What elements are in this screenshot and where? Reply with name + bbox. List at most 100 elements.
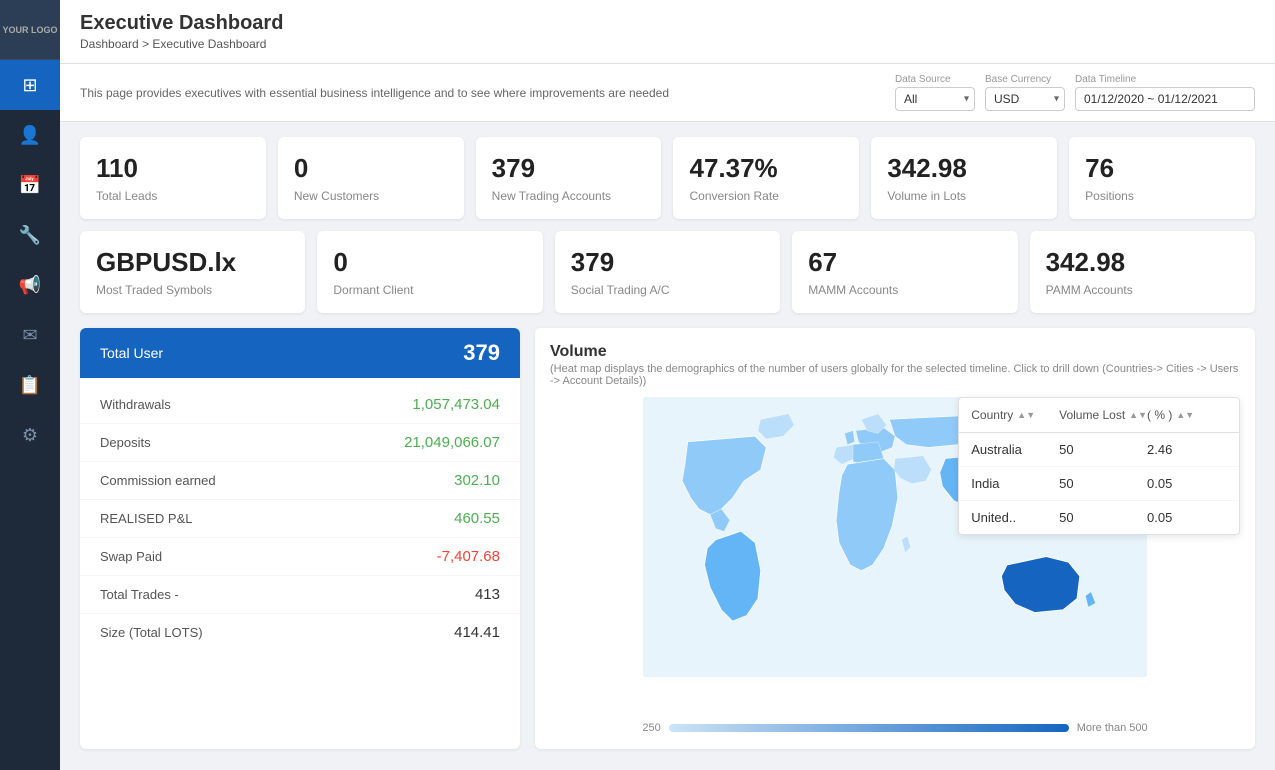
- sidebar-item-campaigns[interactable]: 📢: [0, 260, 60, 310]
- base-currency-control: Base Currency USD: [985, 74, 1065, 111]
- metric-value-3: 460.55: [454, 510, 500, 527]
- country-percent-1: 0.05: [1147, 476, 1227, 491]
- stat-label-r1-3: Conversion Rate: [689, 189, 843, 203]
- stat-card-row1-5: 76 Positions: [1069, 137, 1255, 219]
- base-currency-select[interactable]: USD: [985, 87, 1065, 111]
- stat-value-r1-1: 0: [294, 153, 448, 184]
- stat-value-r2-4: 342.98: [1046, 247, 1239, 278]
- data-source-select[interactable]: All: [895, 87, 975, 111]
- country-name-1: India: [971, 476, 1059, 491]
- breadcrumb-separator: >: [142, 37, 152, 51]
- sidebar-item-messages[interactable]: ✉: [0, 310, 60, 360]
- stat-card-row1-2: 379 New Trading Accounts: [476, 137, 662, 219]
- dashboard-icon: ⊞: [22, 75, 37, 96]
- users-icon: 👤: [19, 125, 41, 146]
- metric-value-0: 1,057,473.04: [412, 396, 500, 413]
- map-legend: 250 More than 500: [550, 722, 1240, 734]
- sidebar-item-dashboard[interactable]: ⊞: [0, 60, 60, 110]
- toolbar: This page provides executives with essen…: [60, 64, 1275, 122]
- stat-card-row1-1: 0 New Customers: [278, 137, 464, 219]
- country-name-0: Australia: [971, 442, 1059, 457]
- messages-icon: ✉: [22, 325, 37, 346]
- data-source-control: Data Source All: [895, 74, 975, 111]
- tools-icon: 🔧: [19, 225, 41, 246]
- sidebar-item-settings[interactable]: ⚙: [0, 410, 60, 460]
- page-title: Executive Dashboard: [80, 12, 1255, 35]
- metric-value-5: 413: [475, 586, 500, 603]
- stat-value-r1-0: 110: [96, 153, 250, 184]
- sidebar-item-reports[interactable]: 📋: [0, 360, 60, 410]
- country-name-2: United..: [971, 510, 1059, 525]
- metric-value-4: -7,407.68: [437, 548, 500, 565]
- metric-row-3: REALISED P&L 460.55: [80, 500, 520, 538]
- sort-volume-icon[interactable]: ▲▼: [1129, 411, 1147, 420]
- data-timeline-label: Data Timeline: [1075, 74, 1255, 85]
- metric-value-2: 302.10: [454, 472, 500, 489]
- campaigns-icon: 📢: [19, 275, 41, 296]
- metric-name-2: Commission earned: [100, 473, 216, 488]
- stat-value-r2-2: 379: [571, 247, 764, 278]
- data-source-wrapper: All: [895, 87, 975, 111]
- metric-row-1: Deposits 21,049,066.07: [80, 424, 520, 462]
- app-logo: YOUR LOGO: [0, 0, 60, 60]
- total-user-value: 379: [463, 340, 500, 366]
- metric-row-0: Withdrawals 1,057,473.04: [80, 386, 520, 424]
- stat-card-row2-2: 379 Social Trading A/C: [555, 231, 780, 313]
- stats-row-2: GBPUSD.lx Most Traded Symbols 0 Dormant …: [80, 231, 1255, 313]
- stat-value-r2-3: 67: [808, 247, 1001, 278]
- sort-country-icon[interactable]: ▲▼: [1017, 411, 1035, 420]
- stat-value-r1-4: 342.98: [887, 153, 1041, 184]
- country-row-2: United.. 50 0.05: [959, 501, 1239, 534]
- col-percent: ( % ) ▲▼: [1147, 408, 1227, 422]
- metric-row-2: Commission earned 302.10: [80, 462, 520, 500]
- stat-value-r1-3: 47.37%: [689, 153, 843, 184]
- metric-name-4: Swap Paid: [100, 549, 162, 564]
- base-currency-wrapper: USD: [985, 87, 1065, 111]
- country-volume-2: 50: [1059, 510, 1147, 525]
- col-country: Country ▲▼: [971, 408, 1059, 422]
- sidebar-item-tools[interactable]: 🔧: [0, 210, 60, 260]
- stat-value-r1-5: 76: [1085, 153, 1239, 184]
- breadcrumb: Dashboard > Executive Dashboard: [80, 37, 1255, 51]
- stat-card-row1-3: 47.37% Conversion Rate: [673, 137, 859, 219]
- stat-label-r2-4: PAMM Accounts: [1046, 283, 1239, 297]
- stat-value-r2-1: 0: [333, 247, 526, 278]
- country-volume-1: 50: [1059, 476, 1147, 491]
- breadcrumb-current: Executive Dashboard: [152, 37, 266, 51]
- stats-row-1: 110 Total Leads 0 New Customers 379 New …: [80, 137, 1255, 219]
- stat-value-r1-2: 379: [492, 153, 646, 184]
- stat-label-r2-1: Dormant Client: [333, 283, 526, 297]
- metric-row-6: Size (Total LOTS) 414.41: [80, 614, 520, 651]
- stat-label-r2-0: Most Traded Symbols: [96, 283, 289, 297]
- metric-name-0: Withdrawals: [100, 397, 171, 412]
- volume-title: Volume: [550, 343, 1240, 361]
- sort-percent-icon[interactable]: ▲▼: [1176, 411, 1194, 420]
- stat-label-r2-2: Social Trading A/C: [571, 283, 764, 297]
- stat-label-r1-0: Total Leads: [96, 189, 250, 203]
- metric-value-1: 21,049,066.07: [404, 434, 500, 451]
- country-volume-0: 50: [1059, 442, 1147, 457]
- sidebar-item-users[interactable]: 👤: [0, 110, 60, 160]
- breadcrumb-home: Dashboard: [80, 37, 139, 51]
- metric-name-3: REALISED P&L: [100, 511, 193, 526]
- country-volume-table: Country ▲▼ Volume Lost ▲▼ ( % ) ▲▼: [958, 397, 1240, 535]
- sidebar-item-calendar[interactable]: 📅: [0, 160, 60, 210]
- calendar-icon: 📅: [19, 175, 41, 196]
- toolbar-description: This page provides executives with essen…: [80, 86, 895, 100]
- country-percent-0: 2.46: [1147, 442, 1227, 457]
- total-user-bar: Total User 379: [80, 328, 520, 378]
- stat-card-row1-0: 110 Total Leads: [80, 137, 266, 219]
- volume-subtitle: (Heat map displays the demographics of t…: [550, 363, 1240, 387]
- country-percent-2: 0.05: [1147, 510, 1227, 525]
- data-timeline-input[interactable]: [1075, 87, 1255, 111]
- metric-name-6: Size (Total LOTS): [100, 625, 203, 640]
- metric-name-5: Total Trades -: [100, 587, 179, 602]
- map-container: Country ▲▼ Volume Lost ▲▼ ( % ) ▲▼: [550, 397, 1240, 717]
- right-panel: Volume (Heat map displays the demographi…: [535, 328, 1255, 749]
- legend-min-label: 250: [642, 722, 660, 734]
- total-user-label: Total User: [100, 345, 163, 361]
- stat-label-r1-2: New Trading Accounts: [492, 189, 646, 203]
- metrics-list: Withdrawals 1,057,473.04 Deposits 21,049…: [80, 378, 520, 659]
- settings-icon: ⚙: [22, 425, 38, 446]
- stat-label-r1-4: Volume in Lots: [887, 189, 1041, 203]
